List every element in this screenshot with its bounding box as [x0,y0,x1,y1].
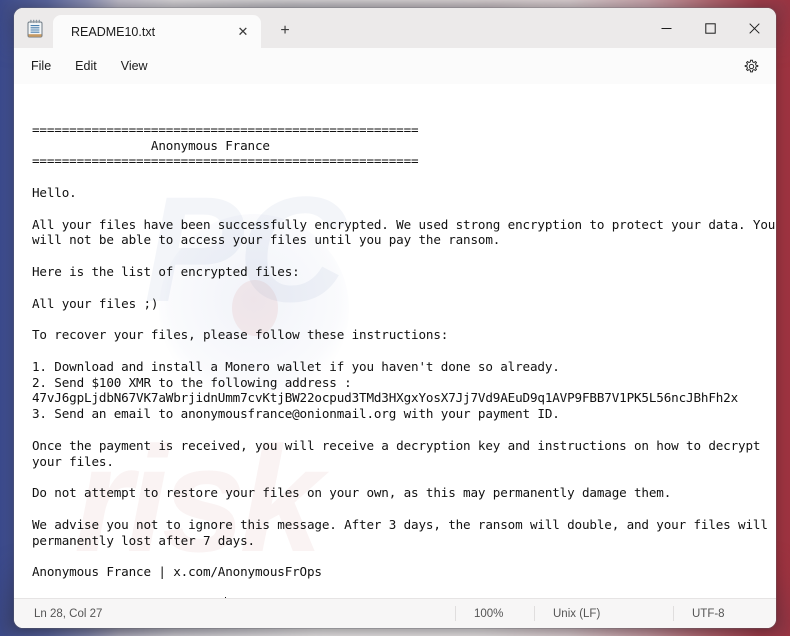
text-line: ========================================… [32,153,419,169]
close-button[interactable] [732,8,776,48]
text-line [32,580,762,596]
text-line: Do not attempt to restore your files on … [32,485,672,501]
minimize-button[interactable] [644,8,688,48]
ransom-note-text[interactable]: ========================================… [14,84,776,598]
text-line: 3. Send an email to anonymousfrance@onio… [32,406,560,422]
text-line [32,169,762,185]
title-bar: README10.txt ✕ + [14,8,776,48]
text-line: ========================================… [32,121,419,137]
text-line [32,311,762,327]
notepad-icon [26,19,44,39]
text-editor-area[interactable]: PC risk ================================… [14,84,776,598]
text-line [32,201,762,217]
menu-item-view[interactable]: View [110,54,159,78]
menu-item-edit[interactable]: Edit [64,54,108,78]
text-line [32,548,762,564]
text-line: 1. Download and install a Monero wallet … [32,358,560,374]
text-line [32,280,762,296]
notepad-window: README10.txt ✕ + File Edit View PC risk … [14,8,776,628]
tab-strip: README10.txt ✕ + [53,8,299,48]
text-line: your files. [32,453,114,469]
window-controls [644,8,776,48]
tab-readme10[interactable]: README10.txt ✕ [53,15,261,48]
text-line: permanently lost after 7 days. [32,532,255,548]
menu-bar: File Edit View [14,48,776,84]
text-line: Here is the list of encrypted files: [32,263,300,279]
menu-item-file[interactable]: File [20,54,62,78]
text-line [32,422,762,438]
text-line: ========================== [32,596,762,598]
text-line: 47vJ6gpLjdbN67VK7aWbrjidnUmm7cvKtjBW22oc… [32,390,739,406]
tab-close-icon[interactable]: ✕ [231,20,255,44]
text-line: Anonymous France | x.com/AnonymousFrOps [32,564,322,580]
text-line [32,248,762,264]
text-line [32,501,762,517]
text-line: Hello. [32,184,77,200]
text-line: We advise you not to ignore this message… [32,516,776,532]
text-line: will not be able to access your files un… [32,232,501,248]
text-line: Anonymous France [32,137,270,153]
status-bar: Ln 28, Col 27 100% Unix (LF) UTF-8 [14,598,776,628]
text-line [32,106,762,122]
line-ending-status[interactable]: Unix (LF) [534,606,600,621]
text-line: 2. Send $100 XMR to the following addres… [32,374,352,390]
text-caret [225,596,227,598]
text-line [32,343,762,359]
cursor-position-status[interactable]: Ln 28, Col 27 [14,608,102,620]
text-line: All your files ;) [32,295,159,311]
text-line: To recover your files, please follow the… [32,327,449,343]
maximize-button[interactable] [688,8,732,48]
tab-title: README10.txt [71,24,156,39]
new-tab-button[interactable]: + [271,17,299,45]
encoding-status[interactable]: UTF-8 [673,606,725,621]
text-line: All your files have been successfully en… [32,216,776,232]
zoom-level-status[interactable]: 100% [455,606,503,621]
text-line [32,469,762,485]
gear-icon[interactable] [736,51,766,81]
text-line: Once the payment is received, you will r… [32,437,761,453]
